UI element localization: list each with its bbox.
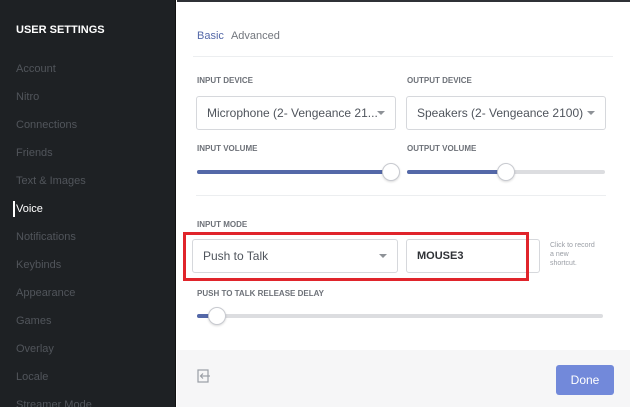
tab-advanced[interactable]: Advanced — [231, 30, 280, 42]
output-device-value: Speakers (2- Vengeance 2100) — [417, 106, 584, 120]
sidebar-item-label: Text & Images — [16, 175, 86, 187]
sidebar-item-label: Voice — [16, 203, 43, 215]
output-volume-fill — [407, 170, 506, 174]
sidebar-item-label: Appearance — [16, 287, 76, 299]
release-delay-slider[interactable] — [197, 307, 603, 325]
sidebar-item-overlay[interactable]: Overlay — [0, 335, 176, 363]
sidebar-item-appearance[interactable]: Appearance — [0, 279, 176, 307]
release-delay-handle[interactable] — [208, 307, 227, 325]
input-device-value: Microphone (2- Vengeance 21... — [207, 106, 378, 120]
tabs-divider — [193, 56, 613, 57]
sidebar-item-label: Nitro — [16, 91, 40, 103]
section-divider — [196, 195, 606, 196]
shortcut-hint-line: shortcut. — [550, 260, 577, 267]
shortcut-value: MOUSE3 — [417, 250, 464, 262]
input-volume-slider[interactable] — [197, 163, 401, 181]
shortcut-hint-line: Click to record — [550, 242, 595, 249]
sidebar-item-label: Notifications — [16, 231, 76, 243]
sidebar-item-label: Account — [16, 63, 56, 75]
sidebar-item-label: Connections — [16, 119, 78, 131]
chevron-down-icon — [379, 254, 387, 258]
settings-sidebar: USER SETTINGS Account Nitro Connections … — [0, 0, 176, 407]
output-volume-slider[interactable] — [407, 163, 605, 181]
input-volume-fill — [197, 170, 392, 174]
done-button[interactable]: Done — [556, 365, 614, 395]
sidebar-item-label: Games — [16, 315, 52, 327]
output-volume-label: OUTPUT VOLUME — [407, 144, 477, 153]
sidebar-item-voice[interactable]: Voice — [0, 195, 176, 223]
shortcut-hint-line: a new — [550, 251, 569, 258]
sidebar-list: Account Nitro Connections Friends Text &… — [0, 55, 176, 407]
output-device-label: OUTPUT DEVICE — [407, 76, 472, 85]
sidebar-item-games[interactable]: Games — [0, 307, 176, 335]
sidebar-item-keybinds[interactable]: Keybinds — [0, 251, 176, 279]
sidebar-item-nitro[interactable]: Nitro — [0, 83, 176, 111]
input-volume-handle[interactable] — [382, 163, 401, 181]
sidebar-item-label: Keybinds — [16, 259, 62, 271]
input-volume-label: INPUT VOLUME — [197, 144, 258, 153]
sidebar-header: USER SETTINGS — [16, 24, 105, 36]
sidebar-item-label: Locale — [16, 371, 49, 383]
exit-icon[interactable] — [197, 369, 211, 383]
chevron-down-icon — [587, 111, 595, 115]
sidebar-item-account[interactable]: Account — [0, 55, 176, 83]
input-device-select[interactable]: Microphone (2- Vengeance 21... — [196, 96, 396, 130]
sidebar-item-label: Streamer Mode — [16, 399, 92, 407]
input-mode-select[interactable]: Push to Talk — [192, 239, 398, 273]
sidebar-item-streamer-mode[interactable]: Streamer Mode — [0, 391, 176, 407]
sidebar-item-friends[interactable]: Friends — [0, 139, 176, 167]
shortcut-hint: Click to record a new shortcut. — [550, 241, 595, 268]
top-border — [177, 0, 630, 2]
voice-settings-panel: Basic Advanced INPUT DEVICE OUTPUT DEVIC… — [177, 0, 630, 407]
tab-basic[interactable]: Basic — [197, 30, 224, 42]
output-volume-handle[interactable] — [497, 163, 515, 181]
chevron-down-icon — [377, 111, 385, 115]
sidebar-item-text-images[interactable]: Text & Images — [0, 167, 176, 195]
output-device-select[interactable]: Speakers (2- Vengeance 2100) — [406, 96, 606, 130]
settings-tabs: Basic Advanced — [197, 30, 284, 42]
sidebar-item-locale[interactable]: Locale — [0, 363, 176, 391]
release-delay-label: PUSH TO TALK RELEASE DELAY — [197, 289, 324, 298]
input-mode-value: Push to Talk — [203, 249, 269, 263]
sidebar-item-label: Overlay — [16, 343, 54, 355]
sidebar-item-connections[interactable]: Connections — [0, 111, 176, 139]
settings-footer: Done — [177, 350, 630, 407]
sidebar-item-notifications[interactable]: Notifications — [0, 223, 176, 251]
shortcut-keybind-field[interactable]: MOUSE3 — [406, 239, 540, 273]
input-mode-label: INPUT MODE — [197, 220, 248, 229]
input-device-label: INPUT DEVICE — [197, 76, 254, 85]
sidebar-item-label: Friends — [16, 147, 53, 159]
